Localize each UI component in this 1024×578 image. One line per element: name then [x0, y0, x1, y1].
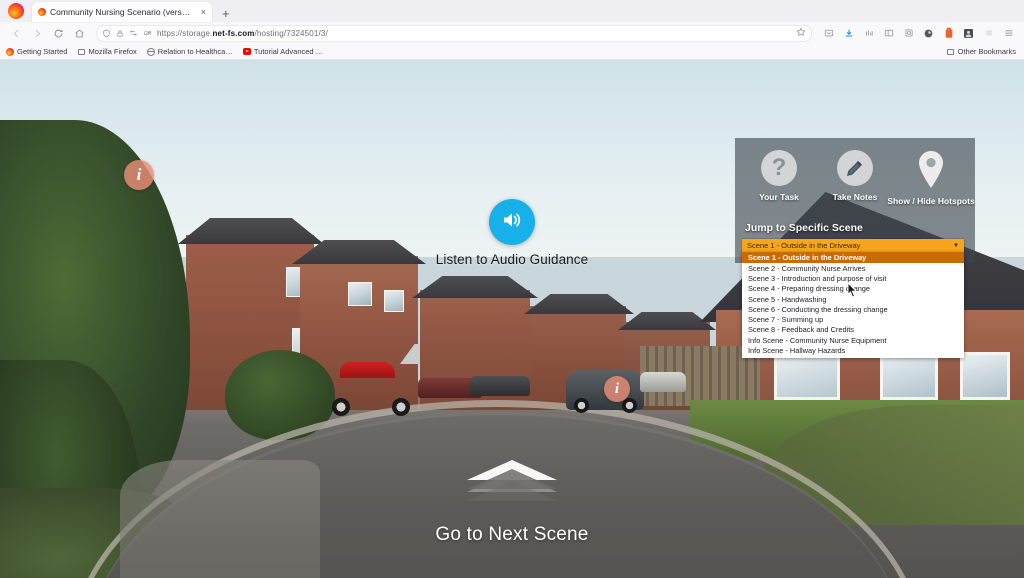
- tab-strip: Community Nursing Scenario (vers… × +: [0, 0, 1024, 22]
- roof-block: [524, 294, 634, 314]
- scene-option-4[interactable]: Scene 4 - Preparing dressing change: [742, 284, 964, 294]
- firefox-icon: [6, 47, 14, 56]
- info-icon: i: [136, 165, 142, 184]
- library-icon[interactable]: [859, 24, 878, 42]
- question-mark-icon: ?: [761, 150, 797, 186]
- bookmark-label: Mozilla Firefox: [88, 47, 137, 56]
- extension-icon[interactable]: [939, 24, 958, 42]
- listen-audio-button[interactable]: [489, 199, 535, 245]
- window-block: [384, 290, 404, 312]
- pocket-icon[interactable]: [819, 24, 838, 42]
- window-block: [348, 282, 372, 306]
- firefox-logo-icon: [8, 3, 24, 19]
- youtube-icon: [242, 48, 251, 56]
- navigation-toolbar: https://storage.net-fs.com/hosting/73245…: [0, 22, 1024, 44]
- overflow-icon[interactable]: [979, 24, 998, 42]
- bookmark-getting-started[interactable]: Getting Started: [6, 47, 67, 56]
- bookmark-label: Relation to Healthca…: [157, 47, 233, 56]
- parked-car: [640, 372, 686, 392]
- show-hide-hotspots-button[interactable]: Show / Hide Hotspots: [887, 150, 975, 206]
- scene-option-info-equipment[interactable]: Info Scene - Community Nurse Equipment: [742, 335, 964, 345]
- globe-icon: [146, 47, 155, 56]
- close-tab-icon[interactable]: ×: [201, 7, 206, 17]
- wheel: [574, 398, 589, 413]
- scene-option-5[interactable]: Scene 5 - Handwashing: [742, 294, 964, 304]
- scene-select-value: Scene 1 - Outside in the Driveway: [747, 241, 861, 250]
- info-hotspot-left[interactable]: i: [124, 160, 154, 190]
- tab-title: Community Nursing Scenario (vers…: [50, 7, 191, 17]
- map-pin-icon: [913, 150, 949, 190]
- scene-option-2[interactable]: Scene 2 - Community Nurse Arrives: [742, 263, 964, 273]
- info-hotspot-car[interactable]: i: [604, 376, 630, 402]
- tab-favicon-icon: [38, 8, 46, 16]
- scene-select-dropdown[interactable]: Scene 1 - Outside in the Driveway Scene …: [742, 252, 964, 358]
- lock-icon[interactable]: [116, 29, 124, 38]
- menu-icon[interactable]: [999, 24, 1018, 42]
- show-hide-hotspots-label: Show / Hide Hotspots: [887, 196, 975, 206]
- red-car-roof: [340, 362, 395, 378]
- your-task-button[interactable]: ? Your Task: [742, 150, 816, 202]
- take-notes-button[interactable]: Take Notes: [818, 150, 892, 202]
- back-button[interactable]: [6, 24, 26, 42]
- camera-blocked-icon[interactable]: [143, 29, 152, 37]
- folder-icon: [77, 48, 85, 56]
- your-task-label: Your Task: [759, 192, 799, 202]
- home-button[interactable]: [69, 24, 89, 42]
- tracking-protection-shield-icon[interactable]: [102, 29, 111, 38]
- new-tab-button[interactable]: +: [214, 7, 238, 22]
- speaker-icon: [500, 208, 524, 237]
- browser-window: Community Nursing Scenario (vers… × + ht…: [0, 0, 1024, 578]
- take-notes-label: Take Notes: [832, 192, 878, 202]
- permissions-icon[interactable]: [129, 29, 138, 37]
- scene-option-1[interactable]: Scene 1 - Outside in the Driveway: [742, 252, 964, 263]
- next-scene-label: Go to Next Scene: [435, 524, 589, 545]
- audio-guidance-label: Listen to Audio Guidance: [435, 252, 589, 267]
- info-icon: i: [614, 380, 620, 397]
- scene-option-8[interactable]: Scene 8 - Feedback and Credits: [742, 325, 964, 335]
- panorama-viewport[interactable]: i i Listen to Audio Guidance Go to Next …: [0, 60, 1024, 578]
- sidebar-icon[interactable]: [879, 24, 898, 42]
- scene-option-info-hallway[interactable]: Info Scene - Hallway Hazards: [742, 345, 964, 355]
- bookmark-relation-to-healthcare[interactable]: Relation to Healthca…: [146, 47, 233, 56]
- other-bookmarks-button[interactable]: Other Bookmarks: [947, 47, 1016, 56]
- other-bookmarks-label: Other Bookmarks: [957, 47, 1016, 56]
- bookmark-label: Getting Started: [17, 47, 68, 56]
- pencil-icon: [837, 150, 873, 186]
- address-bar[interactable]: https://storage.net-fs.com/hosting/73245…: [96, 24, 812, 42]
- wheel: [622, 398, 637, 413]
- chevron-up-icon: [467, 460, 557, 502]
- window-block: [960, 352, 1010, 400]
- roof-block: [412, 276, 538, 298]
- wheel: [332, 398, 350, 416]
- bookmark-label: Tutorial Advanced …: [253, 47, 324, 56]
- jump-to-scene-title: Jump to Specific Scene: [745, 222, 863, 234]
- bookmark-mozilla-firefox[interactable]: Mozilla Firefox: [77, 47, 137, 56]
- forward-button[interactable]: [27, 24, 47, 42]
- account-icon[interactable]: [959, 24, 978, 42]
- shield-icon[interactable]: [919, 24, 938, 42]
- parked-car: [470, 376, 530, 396]
- scene-select[interactable]: Scene 1 - Outside in the Driveway ▼: [742, 239, 964, 252]
- bookmark-tutorial-advanced[interactable]: Tutorial Advanced …: [242, 47, 324, 56]
- browser-tab[interactable]: Community Nursing Scenario (vers… ×: [32, 2, 212, 22]
- bookmark-star-icon[interactable]: [796, 26, 806, 40]
- browser-toolbar-icons: [819, 24, 1018, 42]
- scene-option-3[interactable]: Scene 3 - Introduction and purpose of vi…: [742, 273, 964, 283]
- chevron-down-icon: ▼: [953, 242, 959, 249]
- save-icon[interactable]: [899, 24, 918, 42]
- scene-option-7[interactable]: Scene 7 - Summing up: [742, 314, 964, 324]
- download-icon[interactable]: [839, 24, 858, 42]
- folder-icon: [947, 48, 955, 56]
- url-text: https://storage.net-fs.com/hosting/73245…: [157, 28, 328, 38]
- scene-option-6[interactable]: Scene 6 - Conducting the dressing change: [742, 304, 964, 314]
- bookmarks-bar: Getting Started Mozilla Firefox Relation…: [0, 44, 1024, 60]
- reload-button[interactable]: [48, 24, 68, 42]
- go-to-next-scene-button[interactable]: Go to Next Scene: [0, 460, 1024, 546]
- wheel: [392, 398, 410, 416]
